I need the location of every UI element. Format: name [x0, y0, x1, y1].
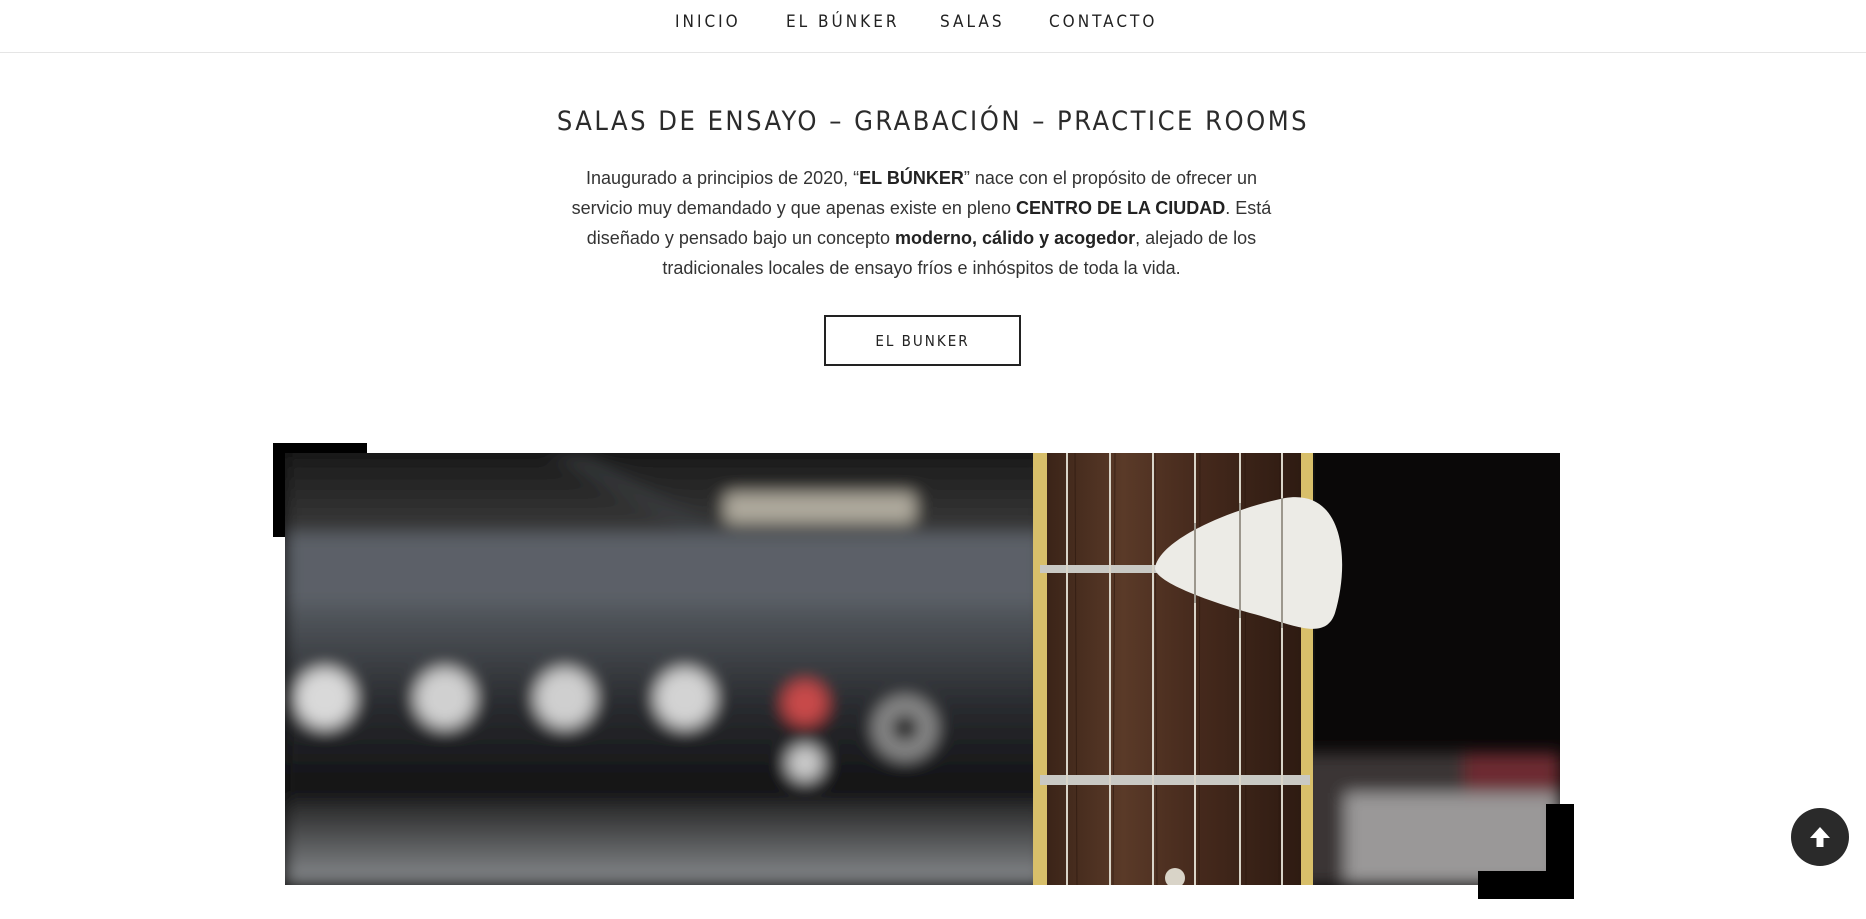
scroll-to-top-button[interactable] — [1791, 808, 1849, 866]
intro-bold-concepto: moderno, cálido y acogedor — [895, 228, 1136, 248]
page-title: SALAS DE ENSAYO – GRABACIÓN – PRACTICE R… — [556, 106, 1310, 137]
el-bunker-button[interactable]: EL BUNKER — [824, 315, 1021, 366]
intro-paragraph: Inaugurado a principios de 2020, “EL BÚN… — [558, 163, 1285, 283]
nav-item-salas[interactable]: SALAS — [940, 12, 1005, 32]
intro-text-1: Inaugurado a principios de 2020, “ — [585, 168, 860, 188]
intro-bold-el-bunker: EL BÚNKER — [859, 168, 964, 188]
guitar-amplifier-photo — [285, 453, 1560, 885]
nav-item-contacto[interactable]: CONTACTO — [1049, 12, 1157, 32]
arrow-up-icon — [1810, 827, 1830, 847]
corner-decoration-bottom-right — [1478, 804, 1574, 899]
nav-item-inicio[interactable]: INICIO — [675, 12, 741, 32]
nav-item-el-bunker[interactable]: EL BÚNKER — [786, 12, 899, 32]
intro-bold-centro: CENTRO DE LA CIUDAD — [1015, 198, 1226, 218]
top-navigation: INICIO EL BÚNKER SALAS CONTACTO — [0, 0, 1866, 53]
